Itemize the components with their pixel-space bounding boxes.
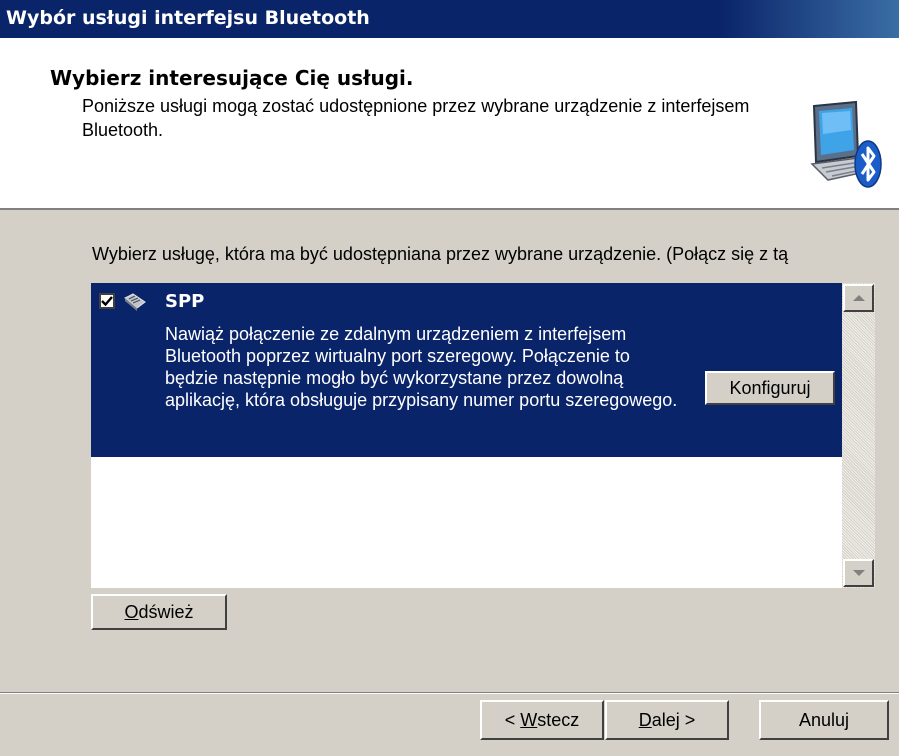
- next-mnemonic: D: [638, 709, 652, 730]
- window-title: Wybór usługi interfejsu Bluetooth: [6, 7, 370, 29]
- configure-button[interactable]: Konfiguruj: [705, 371, 835, 405]
- refresh-button[interactable]: Odśwież: [91, 594, 227, 630]
- vertical-scrollbar[interactable]: [842, 283, 875, 588]
- serial-port-icon: [124, 293, 146, 311]
- arrow-down-icon: [852, 570, 865, 576]
- refresh-label: dśwież: [138, 601, 194, 622]
- next-label: alej >: [651, 709, 696, 730]
- service-item-spp[interactable]: SPP Nawiąż połączenie ze zdalnym urządze…: [91, 283, 842, 457]
- header-heading: Wybierz interesujące Cię usługi.: [50, 66, 414, 90]
- arrow-up-icon: [852, 295, 865, 301]
- bluetooth-computer-icon: [810, 100, 882, 188]
- services-list[interactable]: SPP Nawiąż połączenie ze zdalnym urządze…: [91, 283, 875, 588]
- back-mnemonic: W: [520, 709, 538, 730]
- cancel-button[interactable]: Anuluj: [759, 700, 889, 740]
- service-name: SPP: [165, 291, 205, 312]
- title-bar[interactable]: Wybór usługi interfejsu Bluetooth: [0, 0, 899, 38]
- scroll-down-button[interactable]: [843, 559, 874, 587]
- instruction-text: Wybierz usługę, która ma być udostępnian…: [92, 244, 789, 264]
- header-subtitle: Poniższe usługi mogą zostać udostępnione…: [82, 96, 750, 140]
- check-icon: [101, 296, 113, 307]
- back-button[interactable]: < Wstecz: [480, 700, 604, 740]
- scroll-up-button[interactable]: [843, 284, 874, 312]
- back-label: stecz: [537, 709, 580, 730]
- next-button[interactable]: Dalej >: [605, 700, 729, 740]
- back-prefix: <: [504, 709, 521, 730]
- refresh-mnemonic: O: [124, 601, 139, 622]
- wizard-header: Wybierz interesujące Cię usługi. Poniższ…: [0, 38, 899, 210]
- service-checkbox[interactable]: [99, 293, 115, 309]
- service-description: Nawiąż połączenie ze zdalnym urządzeniem…: [165, 324, 678, 410]
